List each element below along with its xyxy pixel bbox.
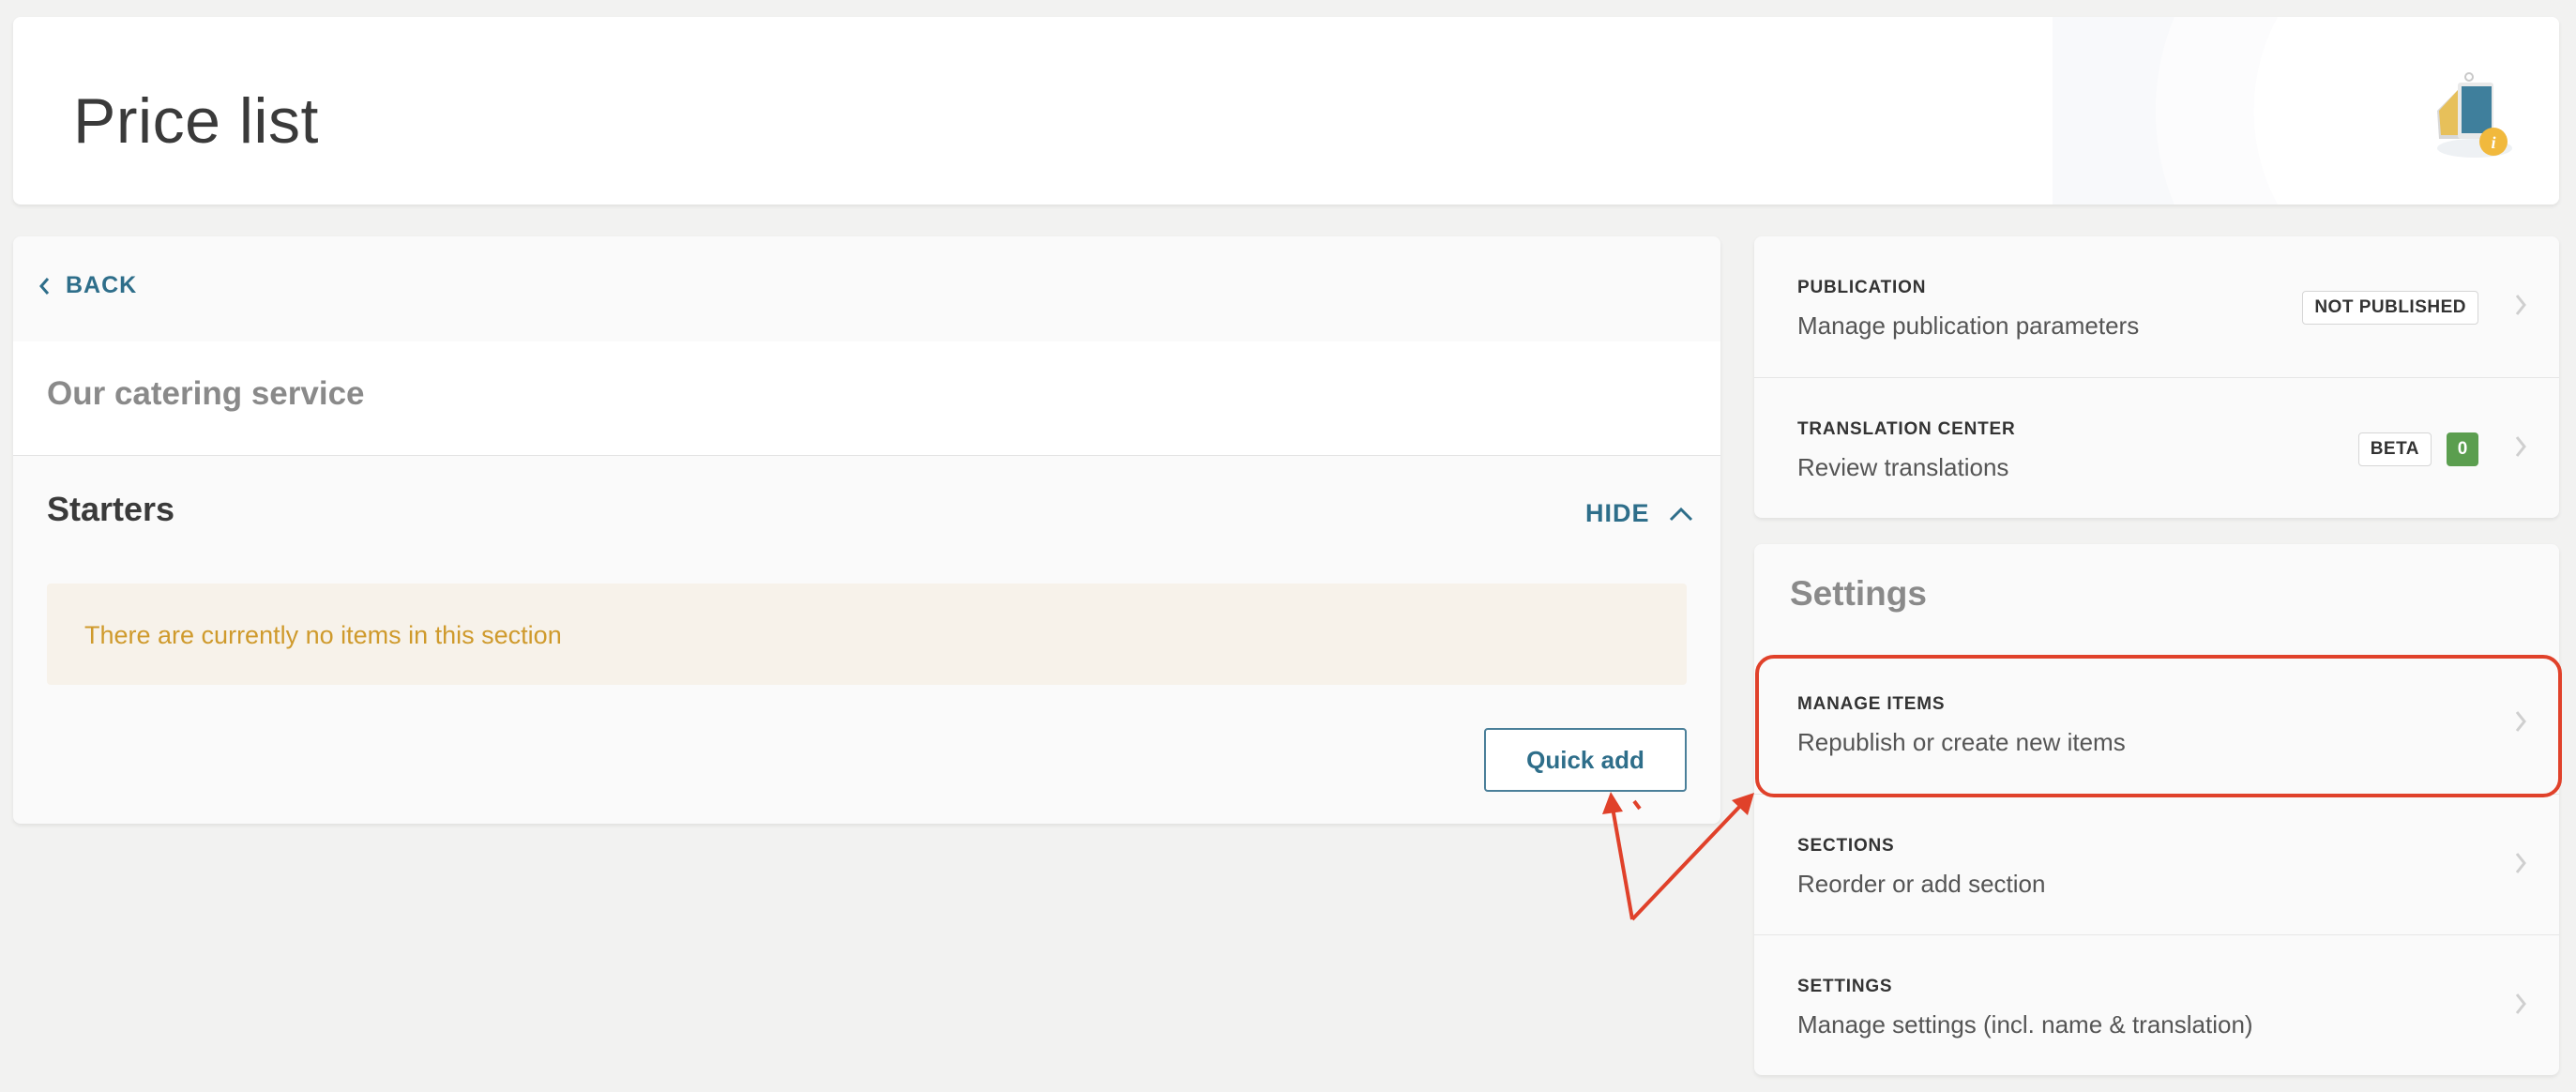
hide-label: HIDE [1585,499,1650,527]
empty-message: There are currently no items in this sec… [84,621,562,649]
price-tag-info-icon: i [2437,72,2512,158]
translation-count-badge: 0 [2447,432,2478,466]
status-badge: NOT PUBLISHED [2302,291,2478,325]
publication-row[interactable]: PUBLICATION Manage publication parameter… [1754,236,2559,377]
settings-label: SETTINGS [1797,977,1893,996]
settings-heading: Settings [1790,574,1927,613]
publication-label: PUBLICATION [1797,278,1927,297]
manage-items-desc: Republish or create new items [1797,728,2126,756]
chevron-right-icon [2515,993,2526,1014]
translation-label: TRANSLATION CENTER [1797,419,2016,439]
publishing-card: PUBLICATION Manage publication parameter… [1754,236,2559,518]
page-header: Price list i [13,17,2559,205]
sections-row[interactable]: SECTIONS Reorder or add section [1754,794,2559,934]
sections-desc: Reorder or add section [1797,870,2046,898]
quick-add-button[interactable]: Quick add [1484,728,1687,792]
empty-section-notice: There are currently no items in this sec… [47,584,1687,685]
page-title: Price list [73,85,319,157]
chevron-right-icon [2515,711,2526,732]
manage-items-row[interactable]: MANAGE ITEMS Republish or create new ite… [1754,653,2559,794]
sections-label: SECTIONS [1797,836,1895,856]
translation-desc: Review translations [1797,453,2009,481]
chevron-right-icon [2515,295,2526,315]
chevron-left-icon [39,277,50,295]
chevron-up-icon [1669,507,1692,521]
publication-desc: Manage publication parameters [1797,311,2140,340]
section-title: Starters [47,490,175,528]
back-label: BACK [66,272,138,298]
svg-text:i: i [2491,133,2495,152]
chevron-right-icon [2515,436,2526,457]
section-editor-card [13,236,1720,824]
hide-section-toggle[interactable]: HIDE [1585,499,1693,528]
manage-items-label: MANAGE ITEMS [1797,694,1946,714]
settings-card: Settings MANAGE ITEMS Republish or creat… [1754,544,2559,1075]
settings-desc: Manage settings (incl. name & translatio… [1797,1010,2253,1039]
settings-row[interactable]: SETTINGS Manage settings (incl. name & t… [1754,934,2559,1075]
list-title: Our catering service [47,375,365,412]
chevron-right-icon [2515,853,2526,873]
beta-badge: BETA [2357,432,2432,466]
back-link[interactable]: BACK [38,272,137,299]
translation-center-row[interactable]: TRANSLATION CENTER Review translations B… [1754,377,2559,518]
